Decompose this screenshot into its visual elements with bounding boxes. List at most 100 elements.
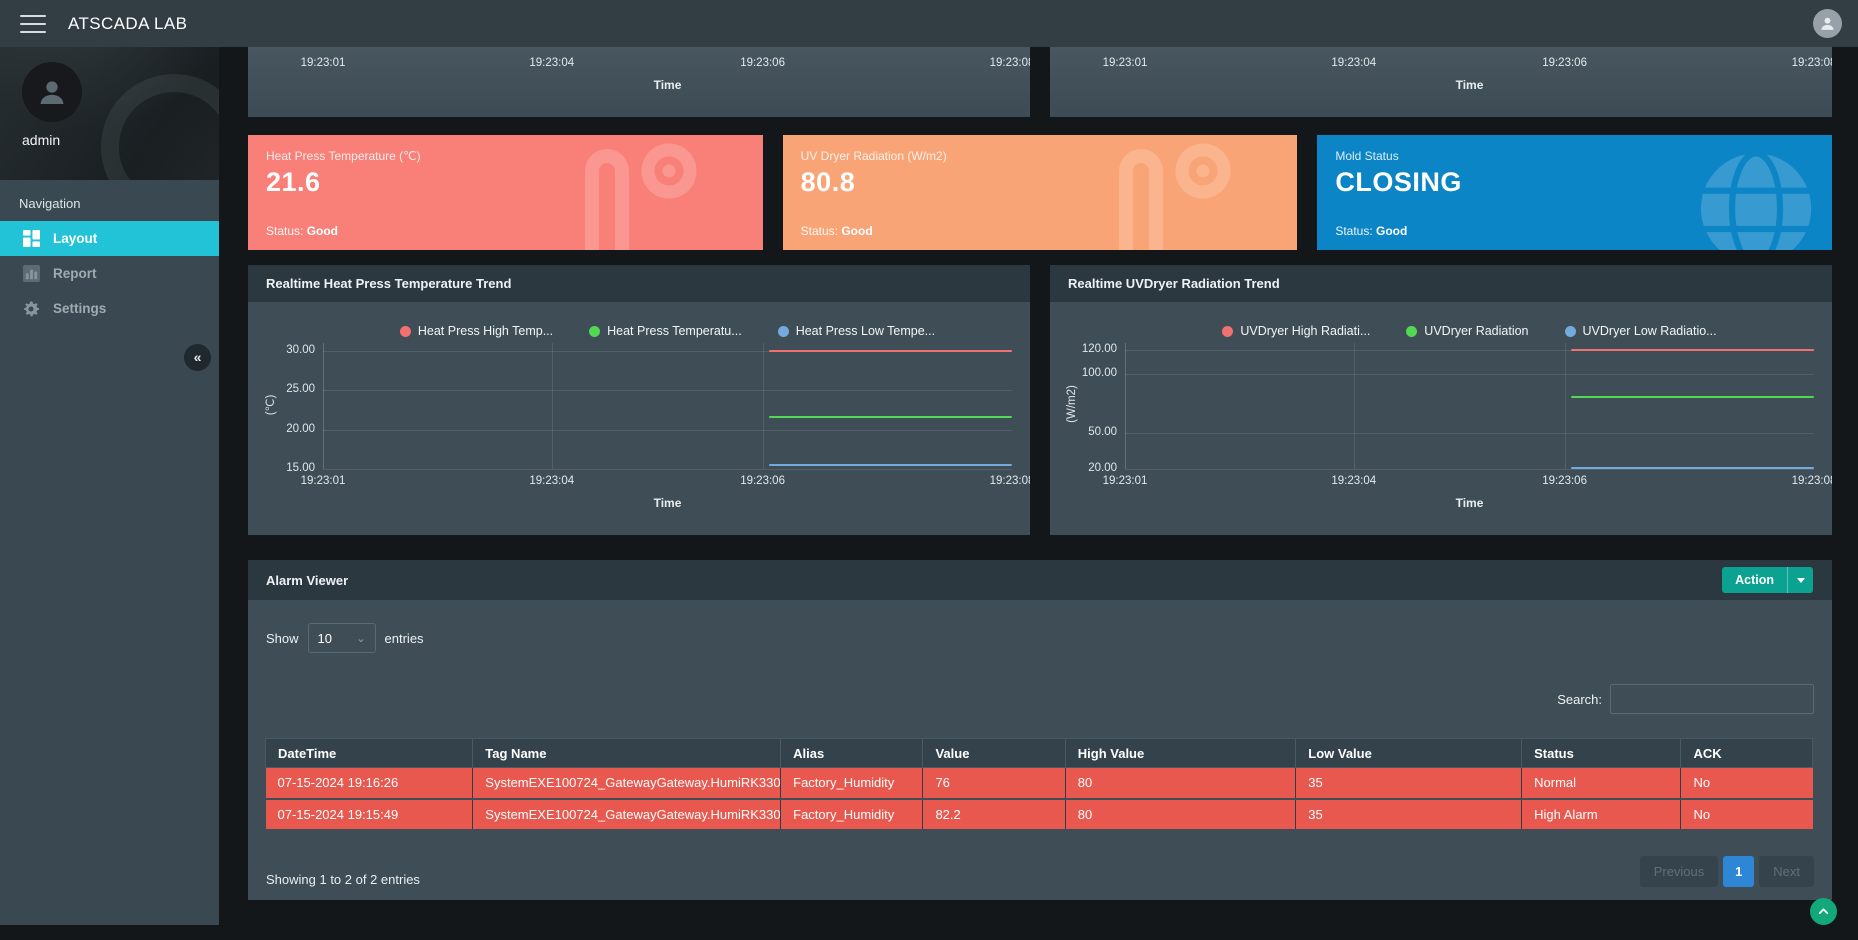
- y-tick-label: 15.00: [253, 462, 315, 474]
- x-gridline: [763, 343, 764, 469]
- series-line: [1571, 349, 1814, 351]
- y-gridline: [323, 390, 1012, 391]
- x-tick-label: 19:23:08: [1792, 475, 1832, 487]
- x-tick-label: 19:23:01: [1103, 57, 1148, 69]
- card-title: Mold Status: [1335, 149, 1814, 163]
- next-page-button[interactable]: Next: [1759, 856, 1814, 887]
- alarm-cell: 07-15-2024 19:15:49: [266, 799, 473, 830]
- y-axis-title: (W/m2): [1066, 374, 1078, 434]
- admin-avatar: [22, 62, 82, 122]
- user-icon: [1819, 15, 1836, 32]
- alarm-cell: 35: [1296, 768, 1522, 799]
- page-1-button[interactable]: 1: [1723, 856, 1754, 887]
- series-line: [1571, 396, 1814, 398]
- app-title: ATSCADA LAB: [68, 14, 187, 34]
- alarm-cell: No: [1681, 768, 1813, 799]
- user-avatar[interactable]: [1813, 9, 1842, 38]
- alarm-cell: 76: [923, 768, 1065, 799]
- card-title: Heat Press Temperature (℃): [266, 149, 745, 163]
- column-header-datetime[interactable]: DateTime: [266, 739, 473, 768]
- column-header-status[interactable]: Status: [1522, 739, 1681, 768]
- alarm-viewer-panel: Alarm Viewer Action Show 10 ⌄ entries Se…: [248, 560, 1832, 900]
- sidebar-nav: Navigation Layout Report Settings: [0, 180, 219, 326]
- x-gridline: [1125, 343, 1126, 469]
- action-button[interactable]: Action: [1722, 567, 1787, 593]
- legend-item[interactable]: Heat Press Temperatu...: [589, 324, 742, 338]
- card-value: CLOSING: [1335, 167, 1814, 198]
- y-gridline: [323, 469, 1012, 470]
- hamburger-menu-icon[interactable]: [20, 15, 46, 33]
- legend-item[interactable]: UVDryer Radiation: [1406, 324, 1528, 338]
- trend-panel-header: Realtime UVDryer Radiation Trend: [1050, 265, 1832, 302]
- sidebar-item-layout[interactable]: Layout: [0, 221, 219, 256]
- status-card-3: Mold StatusCLOSINGStatus: Good: [1317, 135, 1832, 250]
- status-value: Good: [841, 224, 872, 238]
- y-tick-label: 120.00: [1055, 343, 1117, 355]
- series-line: [769, 416, 1012, 418]
- scroll-to-top-button[interactable]: [1810, 898, 1837, 925]
- legend-item[interactable]: Heat Press Low Tempe...: [778, 324, 935, 338]
- alarm-cell: 82.2: [923, 799, 1065, 830]
- legend-dot: [1222, 326, 1233, 337]
- x-gridline: [323, 343, 324, 469]
- column-header-value[interactable]: Value: [923, 739, 1065, 768]
- y-gridline: [1125, 469, 1814, 470]
- card-value: 21.6: [266, 167, 745, 198]
- x-tick-label: 19:23:06: [740, 475, 785, 487]
- sidebar-item-label: Report: [53, 266, 97, 281]
- x-tick-label: 19:23:04: [529, 57, 574, 69]
- alarm-cell: High Alarm: [1522, 799, 1681, 830]
- sidebar-item-report[interactable]: Report: [0, 256, 219, 291]
- username: admin: [22, 132, 60, 148]
- alarm-cell: Normal: [1522, 768, 1681, 799]
- trend-panel-1: Realtime Heat Press Temperature Trend Hea…: [248, 265, 1030, 535]
- y-tick-label: 20.00: [1055, 462, 1117, 474]
- action-split-button[interactable]: Action: [1722, 567, 1813, 593]
- alarm-cell: 07-15-2024 19:16:26: [266, 768, 473, 799]
- sidebar-item-settings[interactable]: Settings: [0, 291, 219, 326]
- y-axis-title: (℃): [263, 375, 277, 435]
- legend-item[interactable]: UVDryer Low Radiatio...: [1565, 324, 1717, 338]
- alarm-row[interactable]: 07-15-2024 19:16:26SystemEXE100724_Gatew…: [266, 768, 1813, 799]
- legend-item[interactable]: UVDryer High Radiati...: [1222, 324, 1370, 338]
- trend-panel-2: Realtime UVDryer Radiation Trend UVDryer …: [1050, 265, 1832, 535]
- chart-legend: Heat Press High Temp... Heat Press Temper…: [323, 324, 1012, 338]
- legend-label: UVDryer Radiation: [1424, 324, 1528, 338]
- legend-label: UVDryer Low Radiatio...: [1583, 324, 1717, 338]
- partial-chart-2: 19:23:0119:23:0419:23:0619:23:08Time: [1050, 47, 1832, 117]
- alarm-cell: 35: [1296, 799, 1522, 830]
- legend-label: Heat Press Temperatu...: [607, 324, 742, 338]
- previous-page-button[interactable]: Previous: [1640, 856, 1719, 887]
- series-line: [769, 464, 1012, 466]
- search-control: Search:: [1557, 684, 1814, 714]
- column-header-tag-name[interactable]: Tag Name: [473, 739, 781, 768]
- x-gridline: [1565, 343, 1566, 469]
- status-value: Good: [307, 224, 338, 238]
- status-card-2: UV Dryer Radiation (W/m2)80.8Status: Goo…: [783, 135, 1298, 250]
- status-label: Status:: [1335, 224, 1376, 238]
- x-axis-title: Time: [1456, 496, 1484, 510]
- y-tick-label: 100.00: [1055, 367, 1117, 379]
- chevron-down-icon: ⌄: [356, 632, 365, 645]
- alarm-cell: SystemEXE100724_GatewayGateway.HumiRK330: [473, 799, 781, 830]
- search-input[interactable]: [1610, 684, 1814, 714]
- legend-item[interactable]: Heat Press High Temp...: [400, 324, 553, 338]
- legend-dot: [1406, 326, 1417, 337]
- x-gridline: [552, 343, 553, 469]
- table-summary: Showing 1 to 2 of 2 entries: [266, 872, 420, 887]
- chevron-up-icon: [1817, 905, 1830, 918]
- trend-panel-header: Realtime Heat Press Temperature Trend: [248, 265, 1030, 302]
- topbar: ATSCADA LAB: [0, 0, 1858, 47]
- column-header-low-value[interactable]: Low Value: [1296, 739, 1522, 768]
- x-tick-label: 19:23:06: [740, 57, 785, 69]
- card-status: Status: Good: [801, 224, 873, 238]
- legend-label: Heat Press High Temp...: [418, 324, 553, 338]
- page-size-select[interactable]: 10 ⌄: [308, 623, 376, 653]
- column-header-alias[interactable]: Alias: [781, 739, 923, 768]
- action-dropdown-toggle[interactable]: [1787, 567, 1813, 593]
- alarm-row[interactable]: 07-15-2024 19:15:49SystemEXE100724_Gatew…: [266, 799, 1813, 830]
- column-header-ack[interactable]: ACK: [1681, 739, 1813, 768]
- sidebar-collapse-button[interactable]: «: [184, 344, 211, 371]
- x-axis-title: Time: [1456, 78, 1484, 92]
- column-header-high-value[interactable]: High Value: [1065, 739, 1296, 768]
